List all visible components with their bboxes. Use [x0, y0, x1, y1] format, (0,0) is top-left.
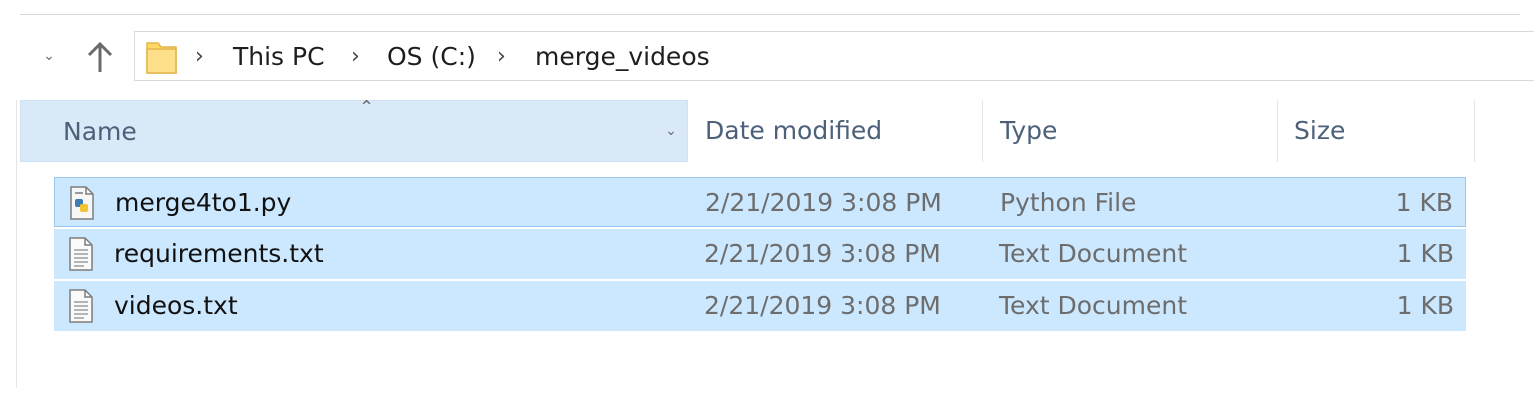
pane-left-border: [16, 100, 17, 388]
breadcrumb-separator-icon[interactable]: ›: [351, 40, 360, 74]
column-header-type[interactable]: Type: [983, 100, 1277, 162]
column-header-size-label: Size: [1294, 116, 1346, 145]
file-date-modified: 2/21/2019 3:08 PM: [704, 239, 941, 268]
address-bar[interactable]: › This PC › OS (C:) › merge_videos: [134, 31, 1534, 81]
breadcrumb-separator-icon[interactable]: ›: [195, 40, 204, 74]
window-top-border: [20, 14, 1520, 15]
breadcrumb-separator-icon[interactable]: ›: [497, 40, 506, 74]
file-date-modified: 2/21/2019 3:08 PM: [705, 188, 942, 217]
file-name[interactable]: videos.txt: [114, 281, 238, 331]
breadcrumb-merge-videos[interactable]: merge_videos: [535, 40, 710, 74]
column-header-date-label: Date modified: [705, 116, 883, 145]
file-name[interactable]: merge4to1.py: [115, 178, 291, 228]
column-header-size[interactable]: Size: [1278, 100, 1474, 162]
file-type: Python File: [1000, 188, 1137, 217]
breadcrumb-os-c[interactable]: OS (C:): [387, 40, 476, 74]
text-file-icon: [68, 237, 94, 275]
file-type: Text Document: [999, 239, 1188, 268]
file-row[interactable]: merge4to1.py 2/21/2019 3:08 PM Python Fi…: [54, 177, 1466, 227]
column-header-type-label: Type: [1000, 116, 1058, 145]
column-header-name[interactable]: Name ⌃ ⌄: [20, 97, 689, 163]
column-header-row: Name ⌃ ⌄ Date modified Type Size: [20, 97, 1490, 163]
file-type: Text Document: [999, 291, 1188, 320]
column-filter-chevron-icon[interactable]: ⌄: [653, 101, 689, 163]
file-row[interactable]: requirements.txt 2/21/2019 3:08 PM Text …: [54, 229, 1466, 279]
file-size: 1 KB: [1396, 239, 1454, 268]
folder-icon: [145, 39, 179, 79]
file-name[interactable]: requirements.txt: [114, 229, 324, 279]
python-file-icon: [69, 186, 95, 224]
sort-ascending-icon: ⌃: [359, 97, 375, 118]
file-row[interactable]: videos.txt 2/21/2019 3:08 PM Text Docume…: [54, 281, 1466, 331]
text-file-icon: [68, 289, 94, 327]
column-header-date-modified[interactable]: Date modified: [688, 100, 982, 162]
file-size: 1 KB: [1395, 188, 1453, 217]
up-arrow-icon: [87, 41, 113, 72]
column-divider[interactable]: [1474, 100, 1475, 162]
recent-locations-chevron-icon[interactable]: ⌄: [38, 44, 60, 68]
file-size: 1 KB: [1396, 291, 1454, 320]
up-arrow-button[interactable]: [84, 40, 116, 74]
breadcrumb-this-pc[interactable]: This PC: [233, 40, 325, 74]
file-date-modified: 2/21/2019 3:08 PM: [704, 291, 941, 320]
column-header-name-label: Name: [63, 117, 137, 146]
